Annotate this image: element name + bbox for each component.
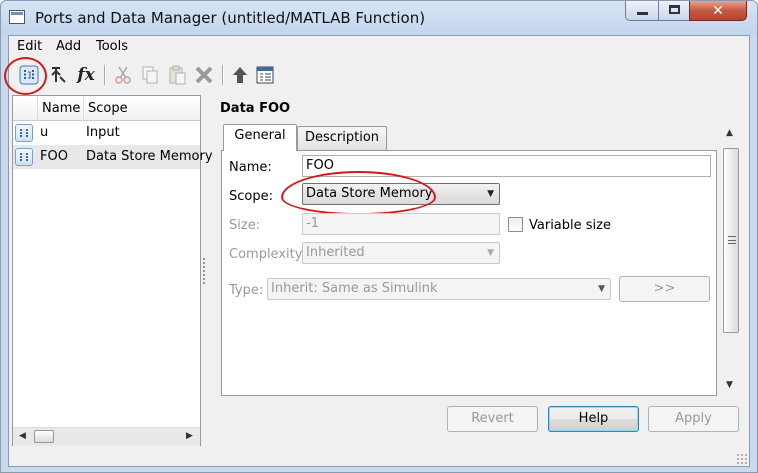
complexity-select[interactable]: Inherited ▼ [302, 242, 500, 264]
cut-icon [115, 66, 131, 84]
variable-size-checkbox[interactable] [508, 217, 523, 232]
scope-label: Scope: [229, 189, 273, 204]
complexity-label: Complexity: [229, 247, 306, 262]
type-assistant-button[interactable]: >> [619, 276, 710, 302]
minimize-button[interactable] [625, 1, 659, 21]
paste-icon [169, 65, 186, 85]
column-header-name[interactable]: Name [42, 101, 80, 116]
apply-button[interactable]: Apply [648, 406, 739, 432]
type-select[interactable]: Inherit: Same as Simulink ▼ [267, 278, 611, 300]
horizontal-scrollbar[interactable]: ◀ ▶ [13, 427, 200, 446]
column-divider [83, 96, 84, 120]
type-value: Inherit: Same as Simulink [271, 281, 438, 296]
detail-title: Data FOO [220, 101, 291, 116]
list-row-foo[interactable]: FOO Data Store Memory [13, 145, 213, 169]
copy-button[interactable] [137, 62, 163, 88]
move-up-button[interactable] [227, 62, 253, 88]
close-icon: ✕ [712, 3, 724, 19]
add-function-button[interactable]: fx [73, 62, 99, 88]
tab-general[interactable]: General [223, 124, 297, 151]
maximize-icon [669, 5, 680, 14]
cut-button[interactable] [110, 62, 136, 88]
window-title: Ports and Data Manager (untitled/MATLAB … [35, 9, 426, 27]
chevron-down-icon: ▼ [487, 189, 494, 199]
chevron-down-icon: ▼ [598, 284, 605, 294]
copy-icon [142, 66, 158, 84]
revert-button[interactable]: Revert [447, 406, 538, 432]
row-name: u [40, 125, 49, 140]
vertical-scrollbar[interactable]: ▲ ▼ [721, 124, 741, 396]
delete-button[interactable] [191, 62, 217, 88]
scroll-right-icon[interactable]: ▶ [186, 431, 193, 441]
function-icon: fx [77, 65, 95, 85]
add-event-icon [51, 67, 66, 83]
size-label: Size: [229, 218, 261, 233]
delete-icon [195, 66, 213, 84]
resize-grip[interactable] [736, 453, 747, 464]
scroll-thumb[interactable] [34, 430, 54, 443]
help-button[interactable]: Help [548, 406, 639, 432]
tab-description[interactable]: Description [297, 126, 387, 150]
title-bar[interactable]: Ports and Data Manager (untitled/MATLAB … [1, 1, 757, 35]
highlight-annotation [281, 171, 436, 215]
scroll-left-icon[interactable]: ◀ [19, 431, 26, 441]
column-header-scope[interactable]: Scope [88, 101, 128, 116]
model-explorer-icon [256, 66, 274, 84]
size-field[interactable]: -1 [302, 213, 500, 235]
toolbar-separator [222, 65, 224, 85]
scroll-up-icon[interactable]: ▲ [726, 128, 733, 138]
data-icon [15, 148, 33, 166]
row-name: FOO [40, 149, 68, 164]
row-scope: Data Store Memory [86, 149, 213, 164]
data-list[interactable]: Name Scope u Input FOO Data Store Memory… [12, 95, 213, 446]
client-area: Edit Add Tools fx Name Scope u Input FOO… [4, 35, 750, 467]
data-icon [15, 124, 33, 142]
menu-tools[interactable]: Tools [96, 39, 128, 54]
toolbar-separator [104, 65, 106, 85]
close-button[interactable]: ✕ [689, 1, 747, 21]
highlight-annotation [4, 57, 47, 95]
scroll-thumb[interactable] [723, 148, 739, 333]
list-row-u[interactable]: u Input [13, 121, 200, 145]
add-event-button[interactable] [45, 62, 71, 88]
menu-edit[interactable]: Edit [17, 39, 42, 54]
paste-button[interactable] [164, 62, 190, 88]
grip-icon [728, 236, 736, 244]
maximize-button[interactable] [658, 1, 690, 21]
row-scope: Input [86, 125, 120, 140]
pane-splitter[interactable] [203, 258, 206, 284]
toolbar: fx [9, 60, 749, 90]
chevron-down-icon: ▼ [487, 248, 494, 258]
move-up-icon [233, 67, 247, 83]
type-label: Type: [229, 283, 264, 298]
variable-size-label: Variable size [529, 218, 611, 233]
ports-data-manager-window: Ports and Data Manager (untitled/MATLAB … [0, 0, 758, 473]
list-header: Name Scope [13, 96, 200, 121]
minimize-icon [637, 12, 648, 15]
scroll-down-icon[interactable]: ▼ [726, 380, 733, 390]
app-icon [9, 10, 25, 24]
name-label: Name: [229, 160, 272, 175]
menu-add[interactable]: Add [56, 39, 81, 54]
complexity-value: Inherited [306, 245, 365, 260]
model-explorer-button[interactable] [252, 62, 278, 88]
column-divider [37, 96, 38, 120]
